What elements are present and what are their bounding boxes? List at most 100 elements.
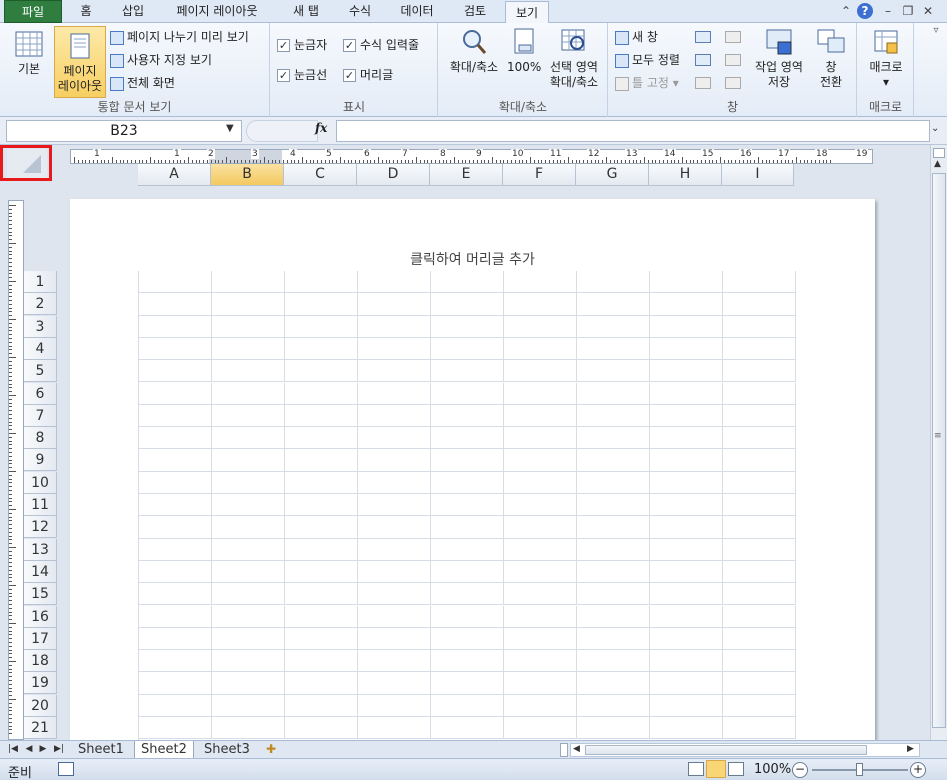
cell[interactable] (358, 494, 431, 517)
row-header[interactable]: 6 (24, 382, 57, 405)
cell[interactable] (212, 337, 285, 361)
cell[interactable] (577, 449, 650, 472)
column-header[interactable]: H (649, 164, 722, 186)
cell[interactable] (212, 293, 285, 316)
cell[interactable] (504, 538, 577, 561)
cell[interactable] (212, 360, 285, 383)
cell[interactable] (212, 583, 285, 606)
cell[interactable] (139, 560, 212, 584)
cell[interactable] (431, 315, 504, 338)
row-header[interactable]: 8 (24, 427, 57, 450)
cell[interactable] (358, 583, 431, 606)
tab-review[interactable]: 검토 (452, 0, 498, 23)
cell[interactable] (577, 271, 650, 294)
cell[interactable] (358, 605, 431, 628)
cell[interactable] (212, 717, 285, 740)
column-header[interactable]: E (430, 164, 503, 186)
cell[interactable] (358, 337, 431, 361)
row-header[interactable]: 1 (24, 271, 57, 293)
row-header[interactable]: 18 (24, 650, 57, 673)
prev-sheet-icon[interactable]: ◀ (22, 742, 36, 757)
cell[interactable] (358, 627, 431, 651)
headings-checkbox[interactable]: ✓ 머리글 (343, 65, 393, 85)
custom-views-button[interactable]: 사용자 지정 보기 (110, 50, 212, 70)
sheet-tab-2[interactable]: Sheet2 (134, 741, 194, 759)
column-header[interactable]: F (503, 164, 576, 186)
save-workspace-button[interactable]: 작업 영역 저장 (751, 27, 807, 90)
cell[interactable] (577, 516, 650, 539)
cell[interactable] (139, 404, 212, 428)
h-scroll-thumb[interactable] (585, 745, 867, 755)
cell[interactable] (431, 583, 504, 606)
cell[interactable] (139, 717, 212, 740)
cell[interactable] (285, 315, 358, 338)
cell[interactable] (504, 560, 577, 584)
cell[interactable] (577, 382, 650, 405)
column-header[interactable]: D (357, 164, 430, 186)
ribbon-collapse-icon[interactable]: ⌃ (838, 3, 854, 19)
cell[interactable] (431, 449, 504, 472)
cell[interactable] (504, 315, 577, 338)
cell[interactable] (723, 337, 796, 361)
cell[interactable] (723, 494, 796, 517)
row-header[interactable]: 14 (24, 560, 57, 583)
cell[interactable] (723, 315, 796, 338)
cell[interactable] (285, 337, 358, 361)
formula-bar-checkbox[interactable]: ✓ 수식 입력줄 (343, 35, 419, 55)
scroll-thumb[interactable] (932, 173, 946, 728)
cell[interactable] (723, 627, 796, 651)
column-header[interactable]: A (138, 164, 211, 186)
cell[interactable] (139, 471, 212, 494)
cell[interactable] (577, 538, 650, 561)
cell[interactable] (358, 538, 431, 561)
zoom-to-selection-button[interactable]: 선택 영역 확대/축소 (543, 27, 605, 90)
cell[interactable] (139, 360, 212, 383)
cell[interactable] (285, 293, 358, 316)
row-header[interactable]: 19 (24, 672, 57, 695)
cell[interactable] (650, 672, 723, 695)
cell[interactable] (212, 494, 285, 517)
gridlines-checkbox[interactable]: ✓ 눈금선 (277, 65, 327, 85)
cell[interactable] (358, 382, 431, 405)
cell[interactable] (723, 293, 796, 316)
column-header[interactable]: G (576, 164, 649, 186)
cell[interactable] (285, 694, 358, 717)
view-side-by-side-icon[interactable] (725, 31, 741, 43)
formula-expand-icon[interactable]: ⌄ (931, 123, 939, 134)
cell[interactable] (139, 271, 212, 294)
help-icon[interactable]: ? (857, 3, 873, 19)
cell[interactable] (577, 293, 650, 316)
cell[interactable] (431, 560, 504, 584)
zoom-out-icon[interactable]: − (792, 762, 808, 778)
cell[interactable] (650, 449, 723, 472)
row-header[interactable]: 21 (24, 717, 57, 739)
tab-split-icon[interactable] (560, 743, 568, 757)
row-header[interactable]: 10 (24, 471, 57, 494)
cell[interactable] (431, 672, 504, 695)
cell[interactable] (139, 627, 212, 651)
row-header[interactable]: 20 (24, 694, 57, 717)
cell[interactable] (212, 404, 285, 428)
cell[interactable] (650, 583, 723, 606)
cell[interactable] (504, 360, 577, 383)
row-header[interactable]: 13 (24, 538, 57, 561)
ruler-checkbox[interactable]: ✓ 눈금자 (277, 35, 327, 55)
cell[interactable] (504, 449, 577, 472)
cell[interactable] (358, 672, 431, 695)
cell[interactable] (358, 271, 431, 294)
cell[interactable] (504, 605, 577, 628)
cell[interactable] (723, 427, 796, 450)
page-break-preview-button[interactable]: 페이지 나누기 미리 보기 (110, 27, 249, 47)
row-header[interactable]: 5 (24, 360, 57, 383)
cell[interactable] (212, 382, 285, 405)
scroll-right-icon[interactable]: ▶ (907, 744, 914, 754)
cell[interactable] (285, 427, 358, 450)
cell[interactable] (285, 494, 358, 517)
tab-new-tab[interactable]: 새 탭 (278, 0, 334, 23)
cell[interactable] (650, 605, 723, 628)
cell[interactable] (431, 494, 504, 517)
zoom-in-icon[interactable]: + (910, 762, 926, 778)
cell[interactable] (650, 538, 723, 561)
cell[interactable] (139, 583, 212, 606)
cell[interactable] (285, 404, 358, 428)
